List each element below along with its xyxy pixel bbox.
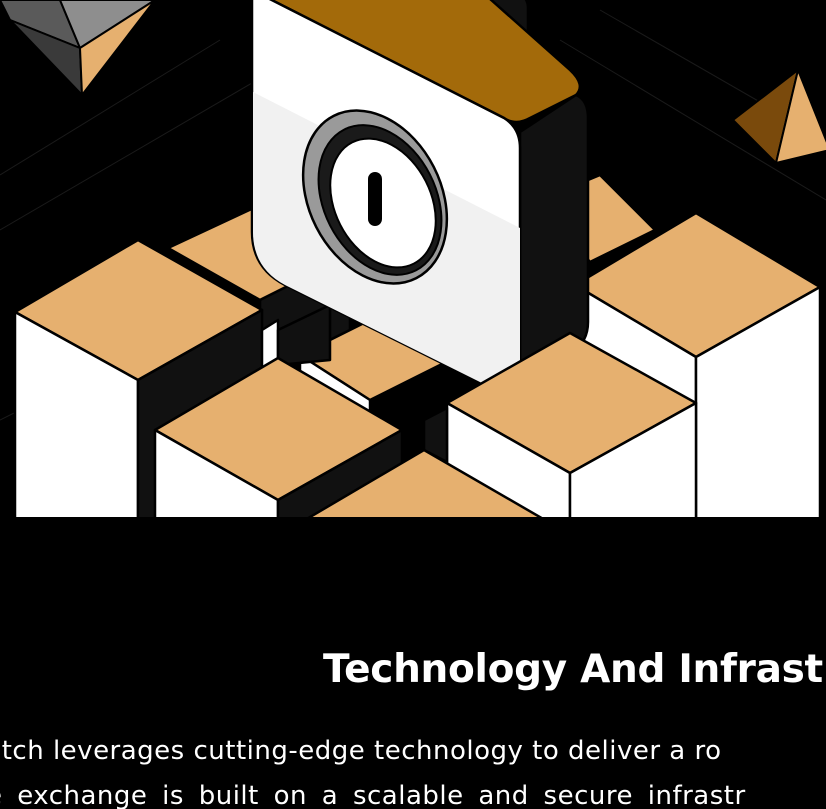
- padlock-on-blocks-icon: [0, 0, 826, 517]
- page: Technology And Infrast itch leverages cu…: [0, 0, 826, 809]
- section-body-line: e exchange is built on a scalable and se…: [0, 781, 746, 809]
- section-title: Technology And Infrast: [323, 647, 823, 692]
- padlock-illustration: [0, 0, 826, 517]
- section-body-line: itch leverages cutting-edge technology t…: [0, 736, 722, 766]
